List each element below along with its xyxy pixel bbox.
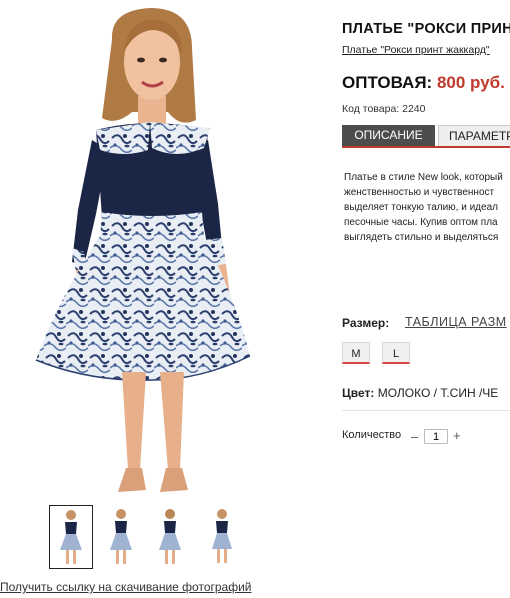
description-line: Платье в стиле New look, который [344, 172, 503, 183]
thumbnail-3[interactable] [149, 505, 193, 569]
color-divider [342, 410, 510, 411]
color-value: МОЛОКО / Т.СИН /ЧЕ [377, 386, 499, 400]
thumbnail-2[interactable] [99, 505, 143, 569]
tabs-divider [342, 146, 510, 148]
thumbnail-3-image [159, 509, 181, 564]
thumbnail-1-image [60, 510, 82, 564]
product-subtitle-link[interactable]: Платье "Рокси принт жаккард" [342, 44, 490, 56]
color-label: Цвет: [342, 386, 375, 400]
thumbnail-4[interactable] [199, 505, 243, 569]
price-row: ОПТОВАЯ: 800 руб. [342, 73, 505, 93]
tab-parameters[interactable]: ПАРАМЕТР [438, 125, 510, 146]
size-option-l[interactable]: L [382, 342, 410, 364]
thumbnail-4-image [212, 509, 232, 563]
model-in-dress-image [0, 0, 312, 502]
photo-download-link[interactable]: Получить ссылку на скачивание фотографий [0, 580, 252, 594]
quantity-decrease-button[interactable]: – [411, 429, 418, 444]
description-line: выделяет тонкую талию, и идеал [344, 202, 498, 213]
color-row: Цвет: МОЛОКО / Т.СИН /ЧЕ [342, 386, 498, 400]
quantity-label: Количество [342, 429, 402, 441]
quantity-increase-button[interactable]: + [453, 428, 461, 443]
quantity-input[interactable] [424, 429, 448, 444]
price-value: 800 руб. [436, 73, 505, 92]
thumbnail-1[interactable] [49, 505, 93, 569]
description-line: выглядеть стильно и выделяться [344, 232, 499, 243]
thumbnail-2-image [110, 509, 132, 564]
product-main-photo[interactable] [0, 0, 312, 502]
size-option-m[interactable]: M [342, 342, 370, 364]
tab-description[interactable]: ОПИСАНИЕ [342, 125, 435, 146]
size-table-link[interactable]: ТАБЛИЦА РАЗМ [405, 315, 507, 329]
description-line: песочные часы. Купив оптом пла [344, 217, 498, 228]
product-sku: Код товара: 2240 [342, 103, 426, 115]
description-line: женственностью и чувственност [344, 187, 495, 198]
price-label: ОПТОВАЯ: [342, 73, 433, 92]
product-description: Платье в стиле New look, который женстве… [344, 170, 510, 245]
product-title: ПЛАТЬЕ "РОКСИ ПРИНТ [342, 21, 510, 37]
size-label: Размер: [342, 316, 390, 330]
